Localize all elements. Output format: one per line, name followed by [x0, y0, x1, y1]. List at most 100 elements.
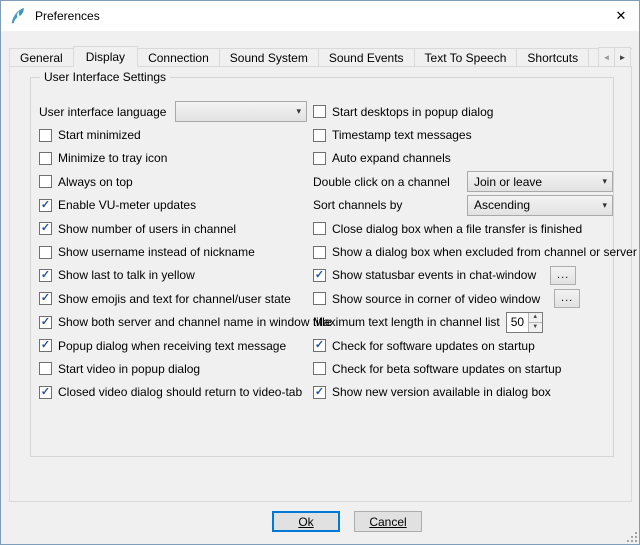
- show-last-to-talk-in-yellow-checkbox[interactable]: ✓: [39, 269, 52, 282]
- always-on-top-row: Always on top: [39, 170, 307, 193]
- double-click-on-a-channel-combobox[interactable]: Join or leave▾: [467, 171, 613, 192]
- double-click-on-a-channel-row: Double click on a channel Join or leave▾: [313, 170, 613, 193]
- closed-video-dialog-should-return-to-video-tab-label: Closed video dialog should return to vid…: [58, 385, 302, 399]
- tab-general[interactable]: General: [9, 48, 74, 67]
- tab-connection[interactable]: Connection: [137, 48, 220, 67]
- tab-sound-system[interactable]: Sound System: [219, 48, 319, 67]
- user-interface-settings-group: User Interface Settings User interface l…: [30, 77, 614, 457]
- sort-channels-by-label: Sort channels by: [313, 198, 402, 212]
- minimize-to-tray-icon-label: Minimize to tray icon: [58, 151, 167, 165]
- sort-channels-by-selected-value: Ascending: [474, 198, 598, 212]
- double-click-on-a-channel-label: Double click on a channel: [313, 175, 450, 189]
- start-minimized-label: Start minimized: [58, 128, 141, 142]
- tab-bar: GeneralDisplayConnectionSound SystemSoun…: [9, 46, 632, 67]
- check-for-beta-software-updates-on-startup-label: Check for beta software updates on start…: [332, 362, 561, 376]
- footer: Ok Cancel: [272, 511, 422, 532]
- show-last-to-talk-in-yellow-row: ✓ Show last to talk in yellow: [39, 264, 307, 287]
- maximum-text-length-in-channel-list-row: Maximum text length in channel list50▲▼: [313, 311, 613, 334]
- check-for-software-updates-on-startup-label: Check for software updates on startup: [332, 339, 535, 353]
- scroll-left-icon: ◄: [603, 53, 611, 62]
- auto-expand-channels-label: Auto expand channels: [332, 151, 451, 165]
- show-number-of-users-in-channel-label: Show number of users in channel: [58, 222, 236, 236]
- close-button[interactable]: ✕: [603, 1, 639, 30]
- enable-vu-meter-updates-row: ✓ Enable VU-meter updates: [39, 194, 307, 217]
- window-title: Preferences: [35, 9, 100, 23]
- tab-scroller: ◄ ►: [598, 47, 631, 67]
- preferences-window: Preferences ✕ GeneralDisplayConnectionSo…: [0, 0, 640, 545]
- show-a-dialog-box-when-excluded-from-channel-or-server-row: Show a dialog box when excluded from cha…: [313, 240, 613, 263]
- show-both-server-and-channel-name-in-window-title-label: Show both server and channel name in win…: [58, 315, 332, 329]
- show-both-server-and-channel-name-in-window-title-row: ✓Show both server and channel name in wi…: [39, 311, 307, 334]
- cancel-button[interactable]: Cancel: [354, 511, 422, 532]
- chevron-down-icon: ▾: [602, 176, 607, 187]
- show-last-to-talk-in-yellow-label: Show last to talk in yellow: [58, 268, 195, 282]
- popup-dialog-when-receiving-text-message-label: Popup dialog when receiving text message: [58, 339, 286, 353]
- check-for-software-updates-on-startup-checkbox[interactable]: ✓: [313, 339, 326, 352]
- show-statusbar-events-in-chat-window-more-button[interactable]: ...: [550, 266, 576, 285]
- closed-video-dialog-should-return-to-video-tab-checkbox[interactable]: ✓: [39, 386, 52, 399]
- popup-dialog-when-receiving-text-message-row: ✓ Popup dialog when receiving text messag…: [39, 334, 307, 357]
- check-for-beta-software-updates-on-startup-checkbox[interactable]: [313, 362, 326, 375]
- popup-dialog-when-receiving-text-message-checkbox[interactable]: ✓: [39, 339, 52, 352]
- ok-button[interactable]: Ok: [272, 511, 340, 532]
- group-title: User Interface Settings: [40, 70, 170, 84]
- show-statusbar-events-in-chat-window-checkbox[interactable]: ✓: [313, 269, 326, 282]
- tab-shortcuts[interactable]: Shortcuts: [516, 48, 589, 67]
- check-for-beta-software-updates-on-startup-row: Check for beta software updates on start…: [313, 357, 613, 380]
- minimize-to-tray-icon-checkbox[interactable]: [39, 152, 52, 165]
- auto-expand-channels-checkbox[interactable]: [313, 152, 326, 165]
- spin-down-icon[interactable]: ▼: [528, 322, 542, 332]
- tab-display[interactable]: Display: [73, 46, 138, 67]
- close-dialog-box-when-a-file-transfer-is-finished-checkbox[interactable]: [313, 222, 326, 235]
- show-new-version-available-in-dialog-box-checkbox[interactable]: ✓: [313, 386, 326, 399]
- enable-vu-meter-updates-checkbox[interactable]: ✓: [39, 199, 52, 212]
- maximum-text-length-in-channel-list-spinbox[interactable]: 50▲▼: [506, 312, 543, 333]
- closed-video-dialog-should-return-to-video-tab-row: ✓ Closed video dialog should return to vi…: [39, 381, 307, 404]
- right-column: Start desktops in popup dialog Timestamp …: [313, 100, 613, 404]
- title-bar[interactable]: Preferences ✕: [1, 1, 639, 31]
- show-number-of-users-in-channel-checkbox[interactable]: ✓: [39, 222, 52, 235]
- tab-scroll-right-button[interactable]: ►: [614, 47, 631, 67]
- spin-up-icon[interactable]: ▲: [528, 313, 542, 323]
- resize-grip[interactable]: [625, 530, 638, 543]
- show-source-in-corner-of-video-window-checkbox[interactable]: [313, 292, 326, 305]
- show-new-version-available-in-dialog-box-label: Show new version available in dialog box: [332, 385, 551, 399]
- tab-sound-events[interactable]: Sound Events: [318, 48, 415, 67]
- show-source-in-corner-of-video-window-label: Show source in corner of video window: [332, 292, 540, 306]
- sort-channels-by-row: Sort channels by Ascending ▾: [313, 194, 613, 217]
- show-username-instead-of-nickname-row: Show username instead of nickname: [39, 240, 307, 263]
- start-video-in-popup-dialog-label: Start video in popup dialog: [58, 362, 200, 376]
- sort-channels-by-combobox[interactable]: Ascending ▾: [467, 195, 613, 216]
- maximum-text-length-in-channel-list-spin-buttons: ▲▼: [528, 313, 542, 332]
- show-a-dialog-box-when-excluded-from-channel-or-server-checkbox[interactable]: [313, 246, 326, 259]
- check-for-software-updates-on-startup-row: ✓ Check for software updates on startup: [313, 334, 613, 357]
- start-minimized-checkbox[interactable]: [39, 129, 52, 142]
- start-desktops-in-popup-dialog-checkbox[interactable]: [313, 105, 326, 118]
- chevron-down-icon: ▾: [602, 200, 607, 211]
- tab-text-to-speech[interactable]: Text To Speech: [414, 48, 518, 67]
- start-video-in-popup-dialog-checkbox[interactable]: [39, 362, 52, 375]
- show-username-instead-of-nickname-label: Show username instead of nickname: [58, 245, 255, 259]
- maximum-text-length-in-channel-list-value: 50: [507, 313, 528, 332]
- close-dialog-box-when-a-file-transfer-is-finished-label: Close dialog box when a file transfer is…: [332, 222, 582, 236]
- close-icon: ✕: [616, 8, 627, 24]
- start-desktops-in-popup-dialog-row: Start desktops in popup dialog: [313, 100, 613, 123]
- minimize-to-tray-icon-row: Minimize to tray icon: [39, 147, 307, 170]
- show-both-server-and-channel-name-in-window-title-checkbox[interactable]: ✓: [39, 316, 52, 329]
- tab-scroll-left-button[interactable]: ◄: [598, 47, 615, 67]
- timestamp-text-messages-checkbox[interactable]: [313, 129, 326, 142]
- auto-expand-channels-row: Auto expand channels: [313, 147, 613, 170]
- enable-vu-meter-updates-label: Enable VU-meter updates: [58, 198, 196, 212]
- always-on-top-label: Always on top: [58, 175, 133, 189]
- show-username-instead-of-nickname-checkbox[interactable]: [39, 246, 52, 259]
- chevron-down-icon: ▾: [296, 106, 301, 117]
- show-emojis-and-text-for-channel-user-state-checkbox[interactable]: ✓: [39, 292, 52, 305]
- show-number-of-users-in-channel-row: ✓ Show number of users in channel: [39, 217, 307, 240]
- timestamp-text-messages-label: Timestamp text messages: [332, 128, 472, 142]
- start-minimized-row: Start minimized: [39, 123, 307, 146]
- scroll-right-icon: ►: [619, 53, 627, 62]
- user-interface-language-combobox[interactable]: ▾: [175, 101, 307, 122]
- timestamp-text-messages-row: Timestamp text messages: [313, 123, 613, 146]
- show-source-in-corner-of-video-window-more-button[interactable]: ...: [554, 289, 580, 308]
- always-on-top-checkbox[interactable]: [39, 175, 52, 188]
